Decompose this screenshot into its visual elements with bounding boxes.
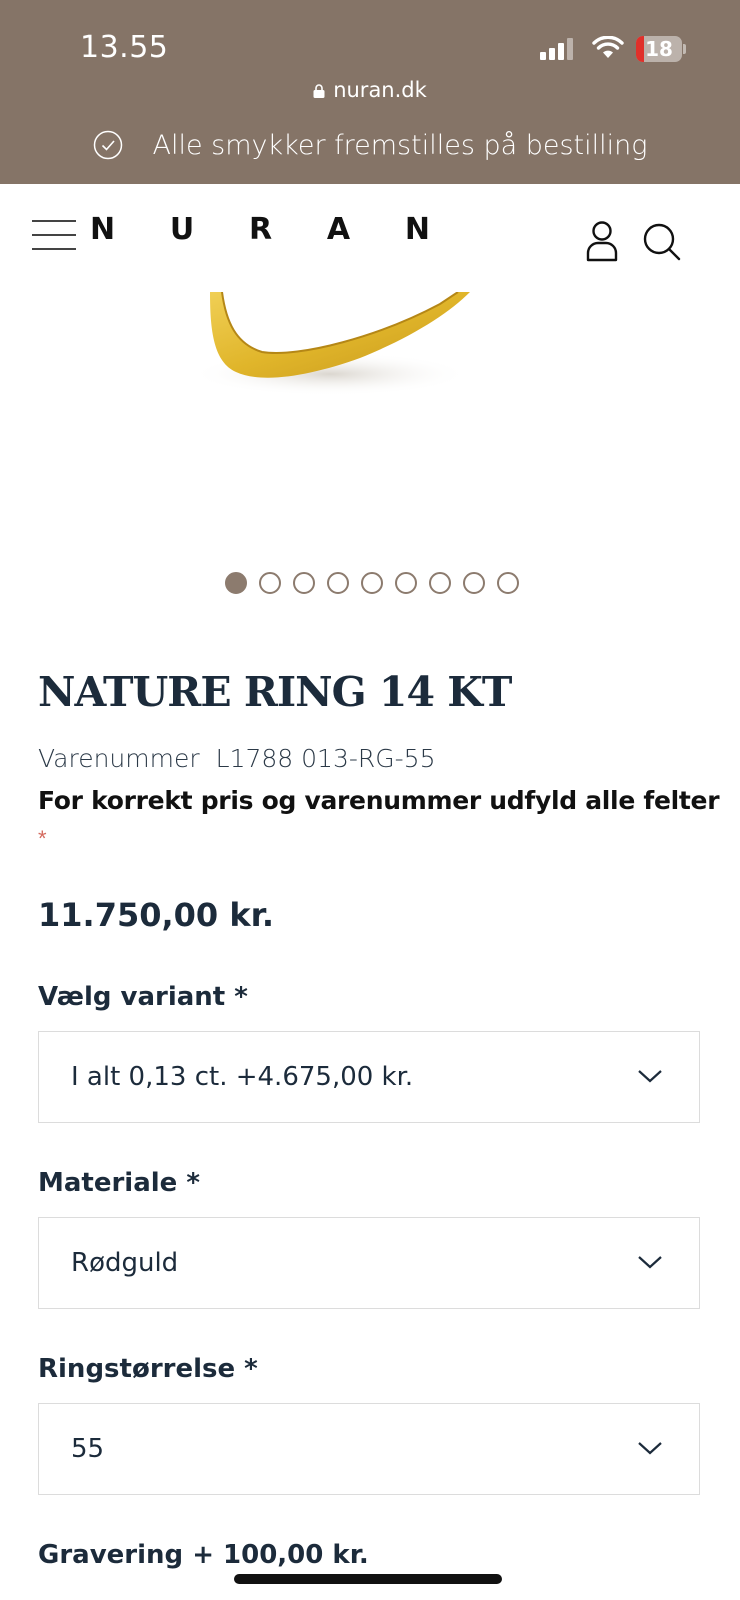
logo-letter: N bbox=[404, 212, 430, 247]
variant-select[interactable]: I alt 0,13 ct. +4.675,00 kr. bbox=[38, 1031, 700, 1123]
engraving-label: Gravering + 100,00 kr. bbox=[38, 1540, 369, 1570]
gallery-dot[interactable] bbox=[429, 572, 451, 594]
required-mark: * bbox=[38, 826, 47, 851]
battery-level: 18 bbox=[645, 37, 673, 61]
gallery-dot[interactable] bbox=[293, 572, 315, 594]
sku-label: Varenummer bbox=[38, 744, 200, 773]
cellular-signal-icon bbox=[540, 38, 576, 60]
gallery-dot[interactable] bbox=[395, 572, 417, 594]
check-circle-icon bbox=[93, 130, 122, 160]
gallery-dot[interactable] bbox=[361, 572, 383, 594]
status-bar: 13.55 18 bbox=[0, 0, 740, 76]
lock-icon bbox=[313, 84, 325, 98]
promo-banner: Alle smykker fremstilles på bestilling bbox=[0, 130, 740, 170]
product-sku: Varenummer L1788 013-RG-55 bbox=[38, 744, 435, 773]
home-indicator[interactable] bbox=[234, 1574, 502, 1584]
promo-text: Alle smykker fremstilles på bestilling bbox=[152, 130, 648, 161]
wifi-icon bbox=[592, 36, 624, 58]
logo-letter: U bbox=[169, 212, 195, 247]
chevron-down-icon bbox=[638, 1442, 662, 1455]
product-image bbox=[190, 292, 470, 396]
gallery-dot[interactable] bbox=[327, 572, 349, 594]
user-icon[interactable] bbox=[584, 220, 620, 262]
chevron-down-icon bbox=[638, 1256, 662, 1269]
site-logo[interactable]: N U R A N bbox=[90, 212, 430, 252]
product-title: NATURE RING 14 KT bbox=[38, 668, 512, 716]
gallery-dot[interactable] bbox=[225, 572, 247, 594]
battery-icon: 18 bbox=[636, 36, 686, 62]
gallery-dot[interactable] bbox=[463, 572, 485, 594]
variant-label: Vælg variant * bbox=[38, 982, 248, 1012]
gallery-dot[interactable] bbox=[259, 572, 281, 594]
status-time: 13.55 bbox=[80, 30, 169, 65]
variant-value: I alt 0,13 ct. +4.675,00 kr. bbox=[71, 1062, 414, 1092]
material-select[interactable]: Rødguld bbox=[38, 1217, 700, 1309]
material-value: Rødguld bbox=[71, 1248, 179, 1278]
material-label: Materiale * bbox=[38, 1168, 200, 1198]
menu-icon[interactable] bbox=[32, 220, 76, 250]
top-banner: 13.55 18 nuran.dk Alle smykker fremstill… bbox=[0, 0, 740, 184]
ring-size-label: Ringstørrelse * bbox=[38, 1354, 258, 1384]
address-bar[interactable]: nuran.dk bbox=[0, 78, 740, 108]
logo-letter: N bbox=[90, 212, 116, 247]
url-text: nuran.dk bbox=[333, 78, 427, 102]
search-icon[interactable] bbox=[642, 222, 682, 262]
gallery-dot[interactable] bbox=[497, 572, 519, 594]
ring-size-value: 55 bbox=[71, 1434, 105, 1464]
gallery-pagination bbox=[0, 572, 740, 596]
chevron-down-icon bbox=[638, 1070, 662, 1083]
logo-letter: R bbox=[249, 212, 273, 247]
product-price: 11.750,00 kr. bbox=[38, 896, 274, 934]
product-image-gallery[interactable] bbox=[0, 292, 740, 612]
sku-value: L1788 013-RG-55 bbox=[215, 744, 436, 773]
selection-notice: For korrekt pris og varenummer udfyld al… bbox=[38, 786, 720, 815]
ring-size-select[interactable]: 55 bbox=[38, 1403, 700, 1495]
logo-letter: A bbox=[326, 212, 351, 247]
